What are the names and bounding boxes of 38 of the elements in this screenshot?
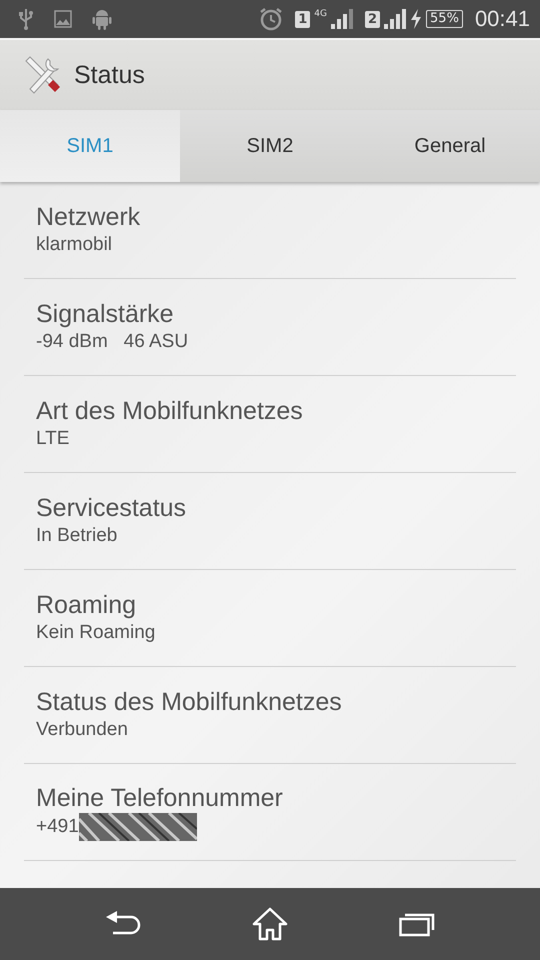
- item-value: +491: [36, 815, 79, 839]
- item-title: Art des Mobilfunknetzes: [36, 396, 304, 426]
- network-type: 4G: [314, 9, 327, 19]
- charging-icon: [410, 9, 422, 29]
- item-value: LTE: [36, 427, 70, 451]
- recent-apps-icon[interactable]: [398, 911, 435, 937]
- item-title: Servicestatus: [36, 493, 188, 523]
- item-value: klarmobil: [36, 233, 112, 257]
- item-title: Roaming: [36, 590, 138, 620]
- list-item[interactable]: Meine Telefonnummer +491: [24, 764, 516, 861]
- item-title: Signalstärke: [36, 299, 175, 329]
- list-item[interactable]: Signalstärke -94 dBm 46 ASU: [24, 279, 516, 376]
- item-value: In Betrieb: [36, 524, 118, 548]
- android-icon: [92, 8, 112, 30]
- alarm-clock-icon: [259, 7, 284, 31]
- list-item[interactable]: Netzwerk klarmobil: [24, 182, 516, 279]
- usb-icon: [18, 8, 34, 30]
- list-item[interactable]: Roaming Kein Roaming: [24, 570, 516, 667]
- item-value: -94 dBm 46 ASU: [36, 330, 188, 354]
- item-title: Status des Mobilfunknetzes: [36, 687, 343, 717]
- sim-badge: 1: [295, 10, 310, 28]
- screen-title: Status: [74, 60, 145, 90]
- sim-badge: 2: [364, 10, 380, 28]
- tab[interactable]: General: [360, 110, 540, 182]
- signal-icon: [384, 9, 406, 29]
- image-icon: [54, 10, 72, 28]
- list-item[interactable]: Art des Mobilfunknetzes LTE: [24, 376, 516, 473]
- item-title: Netzwerk: [36, 202, 142, 232]
- item-value: Kein Roaming: [36, 621, 156, 645]
- signal-icon: [330, 9, 353, 29]
- tab[interactable]: SIM2: [180, 110, 360, 182]
- item-title: Meine Telefonnummer: [36, 783, 284, 813]
- list-item[interactable]: Servicestatus In Betrieb: [24, 473, 516, 570]
- home-icon[interactable]: [252, 907, 288, 941]
- list-item[interactable]: Status des Mobilfunknetzes Verbunden: [24, 667, 516, 764]
- battery-indicator: 55%: [426, 10, 463, 28]
- clock: 00:41: [474, 6, 530, 32]
- item-value: Verbunden: [36, 718, 128, 742]
